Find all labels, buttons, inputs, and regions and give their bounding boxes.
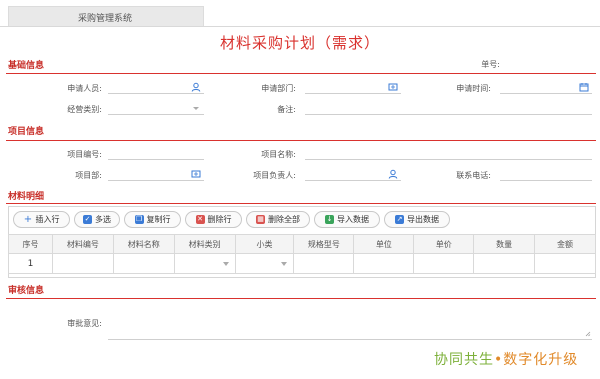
col-header[interactable]: 单价 bbox=[413, 234, 475, 254]
chevron-down-icon[interactable] bbox=[281, 262, 288, 266]
cell-material-category[interactable] bbox=[173, 253, 236, 274]
cell-seq: 1 bbox=[8, 253, 53, 274]
remark-field[interactable] bbox=[305, 101, 592, 115]
phone-field[interactable] bbox=[500, 167, 592, 181]
col-header[interactable]: 金额 bbox=[534, 234, 596, 254]
time-field[interactable] bbox=[500, 80, 592, 94]
opinion-label: 审批意见: bbox=[67, 319, 102, 328]
col-header[interactable]: 数量 bbox=[473, 234, 536, 254]
col-header[interactable]: 单位 bbox=[353, 234, 415, 254]
delete-row-button[interactable]: ✕ 删除行 bbox=[185, 211, 242, 228]
project-name-label: 项目名称: bbox=[261, 150, 296, 159]
section-divider bbox=[6, 140, 596, 141]
resize-handle-icon[interactable] bbox=[585, 331, 591, 337]
cell-unit[interactable] bbox=[353, 253, 415, 274]
export-icon: ↗ bbox=[395, 215, 404, 224]
cell-unit-price[interactable] bbox=[413, 253, 475, 274]
multi-select-button[interactable]: ✓ 多选 bbox=[74, 211, 120, 228]
table-row[interactable]: 1 bbox=[8, 253, 596, 274]
section-divider bbox=[6, 203, 596, 204]
project-name-field[interactable] bbox=[305, 146, 592, 160]
materials-table: 序号 材料编号 材料名称 材料类别 小类 规格型号 单位 单价 数量 金额 1 bbox=[8, 234, 596, 274]
cell-amount[interactable] bbox=[534, 253, 596, 274]
import-button[interactable]: ↓ 导入数据 bbox=[314, 211, 380, 228]
phone-label: 联系电话: bbox=[456, 171, 491, 180]
col-header[interactable]: 材料类别 bbox=[173, 234, 236, 254]
col-header[interactable]: 序号 bbox=[8, 234, 53, 254]
section-project-info: 项目信息 bbox=[8, 127, 45, 137]
user-icon[interactable] bbox=[191, 82, 201, 92]
org-icon[interactable] bbox=[388, 82, 398, 92]
plus-icon: + bbox=[23, 213, 33, 225]
calendar-icon[interactable] bbox=[579, 82, 589, 92]
col-header[interactable]: 小类 bbox=[234, 234, 295, 254]
applicant-label: 申请人员: bbox=[67, 84, 102, 93]
remark-label: 备注: bbox=[277, 105, 296, 114]
trash-icon: ✕ bbox=[195, 215, 205, 224]
tab-purchase-system[interactable]: 采购管理系统 bbox=[8, 6, 204, 26]
project-dept-label: 项目部: bbox=[75, 171, 102, 180]
section-divider bbox=[6, 73, 596, 74]
export-button[interactable]: ↗ 导出数据 bbox=[384, 211, 450, 228]
cell-spec[interactable] bbox=[293, 253, 355, 274]
time-label: 申请时间: bbox=[456, 84, 491, 93]
grid-delete-icon: ▦ bbox=[256, 215, 265, 224]
brand-slogan: 协同共生•数字化升级 bbox=[434, 352, 579, 368]
insert-row-button[interactable]: + 插入行 bbox=[13, 211, 70, 228]
checklist-icon: ✓ bbox=[83, 215, 92, 224]
chevron-down-icon[interactable] bbox=[222, 262, 229, 266]
opinion-textarea[interactable] bbox=[108, 314, 592, 340]
cell-material-code[interactable] bbox=[51, 253, 114, 274]
project-dept-field[interactable] bbox=[108, 167, 204, 181]
chevron-down-icon[interactable] bbox=[191, 103, 201, 113]
import-icon: ↓ bbox=[325, 215, 334, 224]
copy-row-button[interactable]: ❐ 复制行 bbox=[124, 211, 181, 228]
dept-field[interactable] bbox=[305, 80, 401, 94]
biz-type-select[interactable] bbox=[108, 101, 204, 115]
project-code-field[interactable] bbox=[108, 146, 204, 160]
applicant-field[interactable] bbox=[108, 80, 204, 94]
section-materials: 材料明细 bbox=[8, 192, 45, 202]
project-code-label: 项目编号: bbox=[67, 150, 102, 159]
cell-material-name[interactable] bbox=[112, 253, 175, 274]
section-basic-info: 基础信息 bbox=[8, 61, 45, 71]
col-header[interactable]: 规格型号 bbox=[293, 234, 355, 254]
delete-all-button[interactable]: ▦ 删除全部 bbox=[246, 211, 310, 228]
project-manager-label: 项目负责人: bbox=[253, 171, 296, 180]
order-no-label: 单号: bbox=[481, 60, 500, 69]
section-divider bbox=[6, 298, 596, 299]
section-review: 审核信息 bbox=[8, 286, 45, 296]
page-title: 材料采购计划（需求） bbox=[219, 34, 380, 52]
tab-label: 采购管理系统 bbox=[78, 14, 133, 24]
col-header[interactable]: 材料名称 bbox=[112, 234, 175, 254]
user-icon[interactable] bbox=[388, 169, 398, 179]
project-manager-field[interactable] bbox=[305, 167, 401, 181]
cell-quantity[interactable] bbox=[473, 253, 536, 274]
tab-bar: 采购管理系统 bbox=[0, 0, 600, 27]
copy-icon: ❐ bbox=[134, 215, 144, 224]
biz-type-label: 经营类别: bbox=[67, 105, 102, 114]
cell-subcategory[interactable] bbox=[234, 253, 295, 274]
org-icon[interactable] bbox=[191, 169, 201, 179]
col-header[interactable]: 材料编号 bbox=[51, 234, 114, 254]
table-header-row: 序号 材料编号 材料名称 材料类别 小类 规格型号 单位 单价 数量 金额 bbox=[8, 234, 596, 254]
dept-label: 申请部门: bbox=[261, 84, 296, 93]
